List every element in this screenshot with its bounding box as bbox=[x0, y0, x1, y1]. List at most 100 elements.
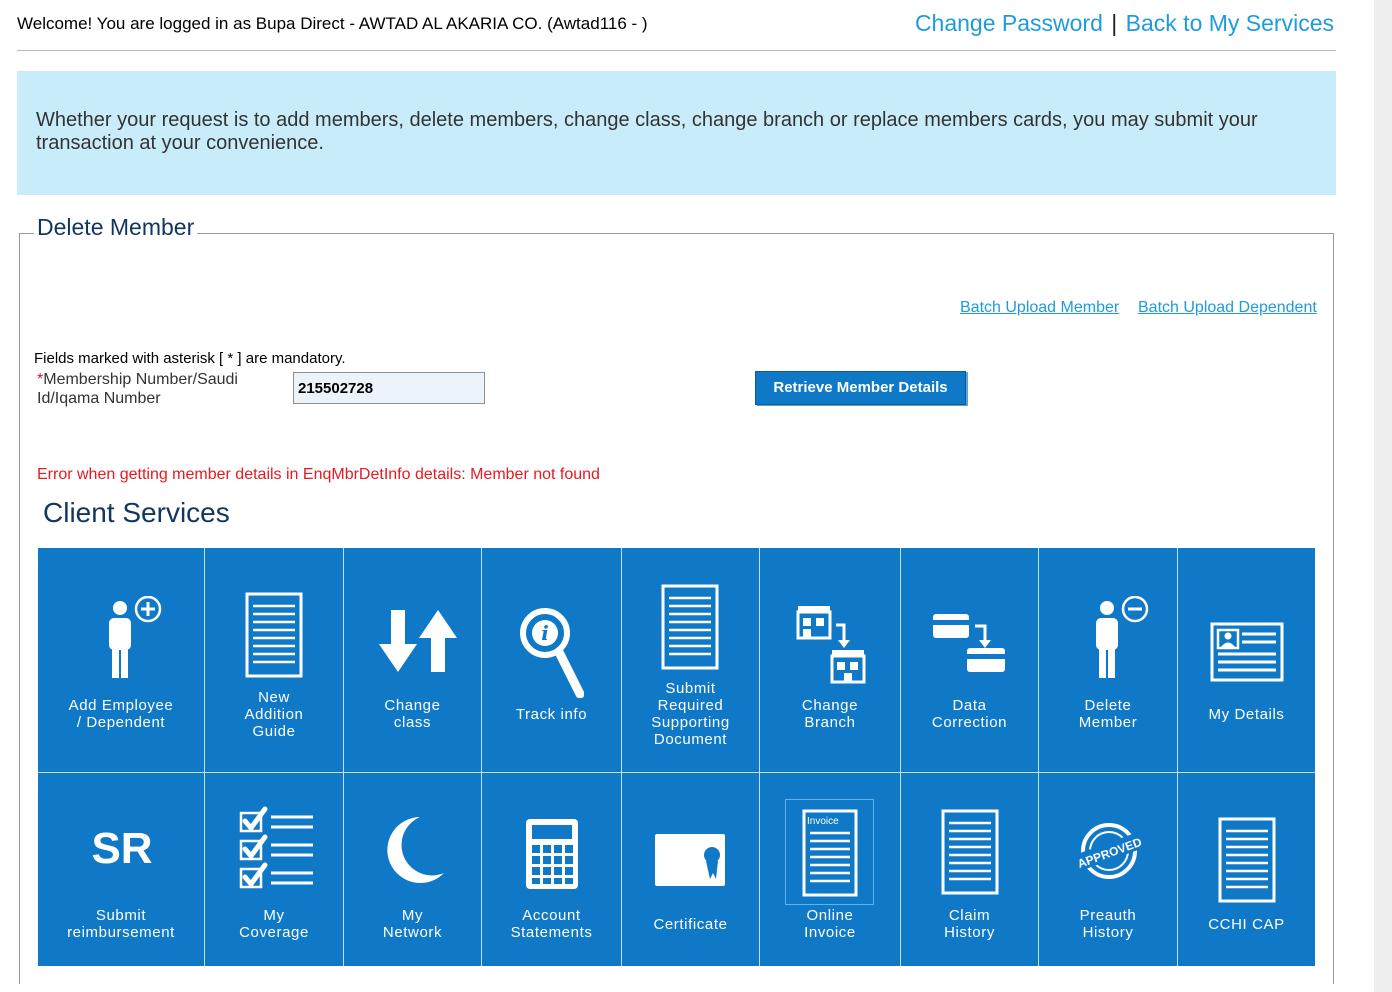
tile-delete-member[interactable]: Delete Member bbox=[1039, 548, 1177, 772]
top-bar: Welcome! You are logged in as Bupa Direc… bbox=[17, 0, 1336, 51]
add-person-icon bbox=[109, 596, 162, 678]
grid-divider bbox=[900, 548, 901, 966]
tile-label-line: Add Employee bbox=[68, 697, 174, 714]
remove-person-icon bbox=[1096, 596, 1149, 678]
tile-label-line: Data bbox=[952, 697, 987, 714]
cards-icon bbox=[933, 614, 1005, 672]
branch-icon bbox=[796, 606, 866, 684]
grid-divider bbox=[759, 548, 760, 966]
membership-number-input[interactable] bbox=[293, 372, 485, 404]
membership-number-label: *Membership Number/Saudi Id/Iqama Number bbox=[37, 370, 277, 408]
tile-label-line: Account bbox=[522, 907, 581, 924]
tile-label-line: CCHI CAP bbox=[1208, 916, 1285, 933]
tile-label-line: Preauth bbox=[1079, 907, 1137, 924]
crescent-icon bbox=[387, 817, 444, 883]
info-text: Whether your request is to add members, … bbox=[36, 109, 1258, 154]
tile-new-addition-guide[interactable]: New Addition Guide bbox=[205, 548, 343, 772]
grid-divider bbox=[204, 548, 205, 966]
approved-stamp-icon: APPROVED bbox=[1075, 823, 1144, 879]
id-card-icon bbox=[1210, 622, 1284, 682]
back-to-services-link[interactable]: Back to My Services bbox=[1126, 10, 1334, 36]
tile-label-line: Member bbox=[1078, 714, 1138, 731]
tile-label-line: Submit bbox=[95, 907, 147, 924]
tile-label-line: Change bbox=[801, 697, 859, 714]
tile-label-line: / Dependent bbox=[76, 714, 166, 731]
document-icon bbox=[941, 809, 999, 895]
sr-icon: SR bbox=[91, 825, 152, 869]
tile-label-line: Correction bbox=[931, 714, 1008, 731]
retrieve-member-details-button[interactable]: Retrieve Member Details bbox=[755, 371, 966, 405]
certificate-icon bbox=[655, 834, 725, 886]
sr-icon-text: SR bbox=[91, 825, 152, 869]
magnifier-info-icon: i bbox=[520, 608, 584, 698]
tile-label-line: Required bbox=[657, 697, 724, 714]
client-services-title: Client Services bbox=[43, 497, 230, 528]
tile-data-correction[interactable]: Data Correction bbox=[901, 548, 1038, 772]
tile-my-coverage[interactable]: My Coverage bbox=[205, 773, 343, 966]
tile-label-line: Delete bbox=[1084, 697, 1132, 714]
tile-change-branch[interactable]: Change Branch bbox=[760, 548, 900, 772]
tile-label-line: My bbox=[263, 907, 285, 924]
client-services-grid: Add Employee / Dependent New Addition Gu… bbox=[38, 548, 1315, 966]
fieldset-legend: Delete Member bbox=[34, 214, 198, 241]
invoice-icon-text: Invoice bbox=[807, 816, 839, 827]
tile-label-line: Claim bbox=[948, 907, 991, 924]
tile-label-line: Document bbox=[653, 731, 728, 748]
tile-label-line: Coverage bbox=[239, 924, 309, 941]
error-message: Error when getting member details in Enq… bbox=[37, 466, 600, 483]
page-scrollbar[interactable] bbox=[1374, 0, 1392, 992]
membership-number-label-text: Membership Number/Saudi Id/Iqama Number bbox=[37, 371, 238, 407]
tile-label-line: Track info bbox=[515, 706, 588, 723]
tile-certificate[interactable]: Certificate bbox=[622, 773, 759, 966]
link-separator: | bbox=[1111, 10, 1118, 36]
tile-label-line: Change bbox=[384, 697, 441, 714]
tile-track-info[interactable]: i Track info bbox=[482, 548, 621, 772]
tile-label-line: Branch bbox=[804, 714, 856, 731]
tile-add-employee[interactable]: Add Employee / Dependent bbox=[38, 548, 204, 772]
batch-upload-dependent-link[interactable]: Batch Upload Dependent bbox=[1138, 299, 1317, 317]
document-icon bbox=[661, 584, 719, 670]
grid-divider bbox=[481, 548, 482, 966]
grid-divider bbox=[38, 772, 1315, 773]
tile-preauth-history[interactable]: APPROVED Preauth History bbox=[1039, 773, 1177, 966]
tile-label-line: class bbox=[393, 714, 432, 731]
grid-divider bbox=[343, 548, 344, 966]
tile-label-line: Statements bbox=[510, 924, 593, 941]
tile-my-details[interactable]: My Details bbox=[1178, 548, 1315, 772]
document-icon bbox=[1218, 817, 1276, 903]
tile-label-line: Network bbox=[382, 924, 443, 941]
welcome-message: Welcome! You are logged in as Bupa Direc… bbox=[17, 14, 648, 33]
tile-label-line: My bbox=[401, 907, 424, 924]
tile-change-class[interactable]: Change class bbox=[344, 548, 481, 772]
tile-label-line: Invoice bbox=[804, 924, 856, 941]
swap-arrows-icon bbox=[379, 610, 457, 672]
tile-label-line: Guide bbox=[252, 723, 296, 740]
tile-submit-supporting-document[interactable]: Submit Required Supporting Document bbox=[622, 548, 759, 772]
calculator-icon bbox=[526, 819, 578, 889]
batch-upload-member-link[interactable]: Batch Upload Member bbox=[960, 299, 1119, 317]
tile-cchi-cap[interactable]: CCHI CAP bbox=[1178, 773, 1315, 966]
tile-label-line: History bbox=[944, 924, 995, 941]
top-links: Change Password | Back to My Services bbox=[915, 10, 1334, 37]
tile-claim-history[interactable]: Claim History bbox=[901, 773, 1038, 966]
tile-online-invoice[interactable]: Invoice Online Invoice bbox=[760, 773, 900, 966]
grid-divider bbox=[621, 548, 622, 966]
mandatory-note: Fields marked with asterisk [ * ] are ma… bbox=[34, 350, 346, 367]
change-password-link[interactable]: Change Password bbox=[915, 10, 1103, 36]
tile-label-line: Addition bbox=[244, 706, 304, 723]
tile-my-network[interactable]: My Network bbox=[344, 773, 481, 966]
tile-submit-reimbursement[interactable]: SR Submit reimbursement bbox=[38, 773, 204, 966]
tile-label-line: History bbox=[1082, 924, 1134, 941]
tile-label-line: New bbox=[258, 689, 290, 706]
tile-account-statements[interactable]: Account Statements bbox=[482, 773, 621, 966]
tile-label-line: Submit bbox=[665, 680, 716, 697]
grid-divider bbox=[1177, 548, 1178, 966]
tile-label-line: Supporting bbox=[651, 714, 730, 731]
checklist-icon bbox=[239, 806, 313, 889]
invoice-icon: Invoice bbox=[802, 809, 858, 897]
tile-label-line: Certificate bbox=[653, 916, 728, 933]
document-icon bbox=[245, 592, 303, 678]
tile-label-line: Online bbox=[806, 907, 854, 924]
info-banner: Whether your request is to add members, … bbox=[17, 71, 1336, 195]
tile-label-line: My Details bbox=[1208, 706, 1285, 723]
